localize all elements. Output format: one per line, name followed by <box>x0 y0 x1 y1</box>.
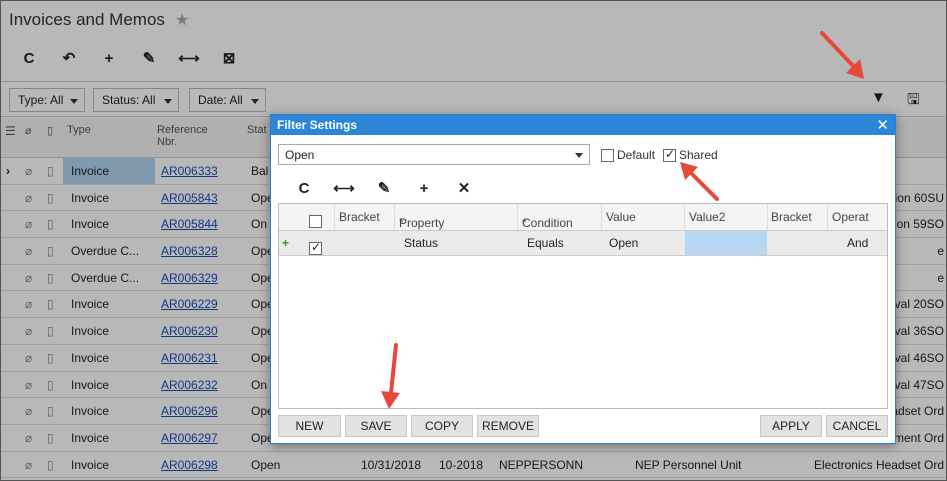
col-property-label: Property <box>399 216 445 230</box>
value2-cell[interactable] <box>685 231 767 255</box>
annotation-arrow-shared <box>680 162 719 201</box>
fit-columns-icon[interactable]: ⟷ <box>324 177 364 199</box>
col-bracket[interactable]: Bracket <box>339 210 380 224</box>
chevron-down-icon <box>575 153 583 158</box>
filter-name-value: Open <box>285 148 315 162</box>
col-divider <box>601 204 602 230</box>
col-divider <box>334 204 335 230</box>
col-bracket2[interactable]: Bracket <box>771 210 812 224</box>
filter-conditions-grid: Bracket * Property * Condition Value Value… <box>278 203 888 409</box>
dialog-title: Filter Settings <box>277 118 358 132</box>
condition-row[interactable]: + Status Equals Open And <box>279 231 887 256</box>
new-button[interactable]: NEW <box>278 415 341 437</box>
col-condition-label: Condition <box>522 216 573 230</box>
col-divider <box>517 204 518 230</box>
default-checkbox-group[interactable]: Default <box>601 148 655 162</box>
col-divider <box>684 204 685 230</box>
row-check-box[interactable] <box>309 240 322 255</box>
property-cell[interactable]: Status <box>404 236 438 250</box>
col-divider <box>394 204 395 230</box>
copy-button[interactable]: COPY <box>411 415 473 437</box>
col-value[interactable]: Value <box>606 210 636 224</box>
app-window: Invoices and Memos ★ C ↶ + ✎ ⟷ ⊠ Type: A… <box>0 0 947 481</box>
delete-icon[interactable]: ✕ <box>444 177 484 199</box>
dialog-title-bar: Filter Settings ✕ <box>271 115 895 135</box>
close-icon[interactable]: ✕ <box>876 116 889 134</box>
select-all-box[interactable] <box>309 215 322 228</box>
filter-name-dropdown[interactable]: Open <box>278 144 590 165</box>
conditions-header: Bracket * Property * Condition Value Value… <box>279 204 887 231</box>
dialog-toolbar: C ⟷ ✎ + ✕ <box>284 177 484 199</box>
col-divider <box>827 204 828 230</box>
col-operator[interactable]: Operat <box>832 210 869 224</box>
value-cell[interactable]: Open <box>609 236 638 250</box>
apply-button[interactable]: APPLY <box>760 415 822 437</box>
annotation-arrow-save <box>381 343 400 409</box>
add-icon[interactable]: + <box>404 177 444 199</box>
default-label: Default <box>617 148 656 162</box>
condition-cell[interactable]: Equals <box>527 236 564 250</box>
cancel-button[interactable]: CANCEL <box>826 415 888 437</box>
add-row-icon[interactable]: + <box>282 236 289 250</box>
save-button[interactable]: SAVE <box>345 415 407 437</box>
annotation-arrow-filter <box>820 31 864 79</box>
filter-settings-dialog: Filter Settings ✕ Open Default Shared C … <box>270 114 896 444</box>
default-checkbox[interactable] <box>601 148 614 162</box>
col-divider <box>767 204 768 230</box>
refresh-icon[interactable]: C <box>284 177 324 199</box>
operator-cell[interactable]: And <box>847 236 868 250</box>
edit-icon[interactable]: ✎ <box>364 177 404 199</box>
shared-checkbox[interactable] <box>663 147 676 162</box>
col-value2[interactable]: Value2 <box>689 210 725 224</box>
remove-button[interactable]: REMOVE <box>477 415 539 437</box>
